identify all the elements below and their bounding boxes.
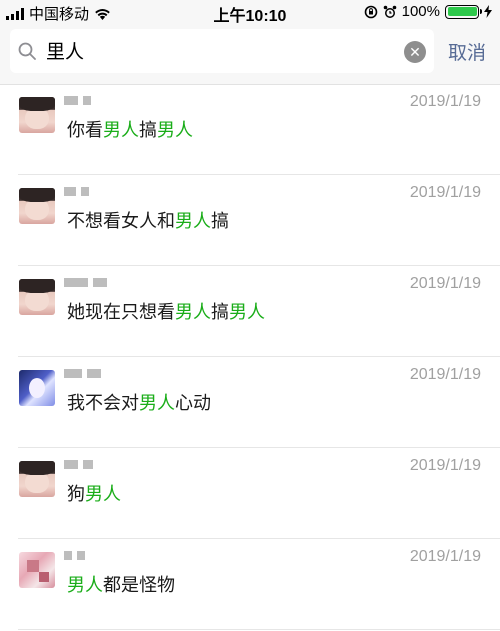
sender-name-redacted [64,277,107,287]
charging-icon [484,5,492,18]
keyword-highlight: 男人 [229,302,265,322]
avatar[interactable] [19,370,55,406]
status-bar: 中国移动 上午10:10 100% [0,0,500,25]
battery-icon [445,4,482,19]
search-box[interactable]: ✕ [10,29,434,73]
battery-percent: 100% [401,3,440,20]
search-result-item[interactable]: 2019/1/19 你看男人搞男人 [0,85,500,175]
message-fragment: 搞 [139,120,157,140]
search-results-list: 2019/1/19 你看男人搞男人 2019/1/19 不想看女人和男人搞 2019/1… [0,85,500,631]
message-text: 不想看女人和男人搞 [67,207,229,233]
message-date: 2019/1/19 [409,184,481,201]
message-text: 你看男人搞男人 [67,116,193,142]
message-fragment: 不想看女人和 [67,211,175,231]
message-text: 她现在只想看男人搞男人 [67,298,265,324]
message-fragment: 我不会对 [67,393,139,413]
keyword-highlight: 男人 [175,302,211,322]
search-icon [18,42,36,60]
message-fragment: 都是怪物 [103,575,175,595]
message-fragment: 狗 [67,484,85,504]
avatar[interactable] [19,552,55,588]
sender-name-redacted [64,459,93,469]
message-text: 狗男人 [67,480,121,506]
rotation-lock-icon [364,5,377,18]
sender-name-redacted [64,368,101,378]
keyword-highlight: 男人 [139,393,175,413]
search-result-item[interactable]: 2019/1/19 她现在只想看男人搞男人 [0,267,500,357]
keyword-highlight: 男人 [175,211,211,231]
search-header: ✕ 取消 [0,24,500,85]
keyword-highlight: 男人 [67,575,103,595]
avatar[interactable] [19,461,55,497]
sender-name-redacted [64,550,85,560]
message-date: 2019/1/19 [409,366,481,383]
message-text: 男人都是怪物 [67,571,175,597]
search-result-item[interactable]: 2019/1/19 男人都是怪物 [0,540,500,630]
message-fragment: 你看 [67,120,103,140]
avatar[interactable] [19,279,55,315]
keyword-highlight: 男人 [103,120,139,140]
sender-name-redacted [64,186,89,196]
status-right: 100% [364,3,492,20]
cancel-button[interactable]: 取消 [448,38,486,65]
message-fragment: 她现在只想看 [67,302,175,322]
message-date: 2019/1/19 [409,275,481,292]
message-text: 我不会对男人心动 [67,389,211,415]
alarm-icon [383,5,396,18]
search-result-item[interactable]: 2019/1/19 狗男人 [0,449,500,539]
message-fragment: 搞 [211,302,229,322]
message-date: 2019/1/19 [409,548,481,565]
message-fragment: 搞 [211,211,229,231]
search-result-item[interactable]: 2019/1/19 我不会对男人心动 [0,358,500,448]
search-input[interactable] [46,35,396,65]
search-result-item[interactable]: 2019/1/19 不想看女人和男人搞 [0,176,500,266]
keyword-highlight: 男人 [157,120,193,140]
message-date: 2019/1/19 [409,93,481,110]
sender-name-redacted [64,95,91,105]
battery-fill [447,7,477,16]
keyword-highlight: 男人 [85,484,121,504]
message-fragment: 心动 [175,393,211,413]
message-date: 2019/1/19 [409,457,481,474]
clear-search-icon[interactable]: ✕ [404,41,426,63]
avatar[interactable] [19,188,55,224]
avatar[interactable] [19,97,55,133]
